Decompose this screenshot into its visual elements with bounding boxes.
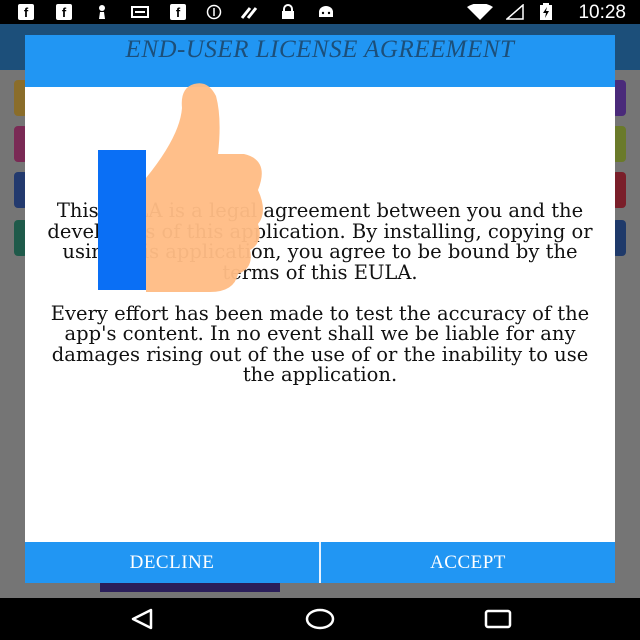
circle-icon — [206, 4, 222, 20]
decline-button[interactable]: DECLINE — [25, 542, 319, 583]
dialog-buttons: DECLINE ACCEPT — [25, 542, 615, 583]
accept-button[interactable]: ACCEPT — [321, 542, 615, 583]
back-icon[interactable] — [120, 598, 164, 640]
nav-bar — [0, 598, 640, 640]
android-icon — [316, 4, 336, 20]
disclaimer-paragraph: Every effort has been made to test the a… — [50, 301, 590, 386]
dialog-title: END-USER LICENSE AGREEMENT — [125, 36, 515, 63]
signal-icon — [506, 4, 524, 20]
recents-icon[interactable] — [476, 598, 520, 640]
battery-charging-icon — [538, 3, 554, 20]
lock-icon — [280, 4, 296, 20]
thumbs-up-icon — [98, 83, 263, 292]
clock: 10:28 — [578, 2, 626, 23]
message-icon — [130, 4, 150, 20]
pawn-icon — [94, 4, 110, 20]
facebook-icon: f — [170, 4, 186, 20]
wifi-icon — [466, 4, 494, 20]
facebook-icon: f — [18, 4, 34, 20]
feedly-icon — [240, 4, 262, 20]
home-icon[interactable] — [298, 598, 342, 640]
facebook-icon: f — [56, 4, 72, 20]
status-bar: f f f 10:28 — [0, 0, 640, 24]
